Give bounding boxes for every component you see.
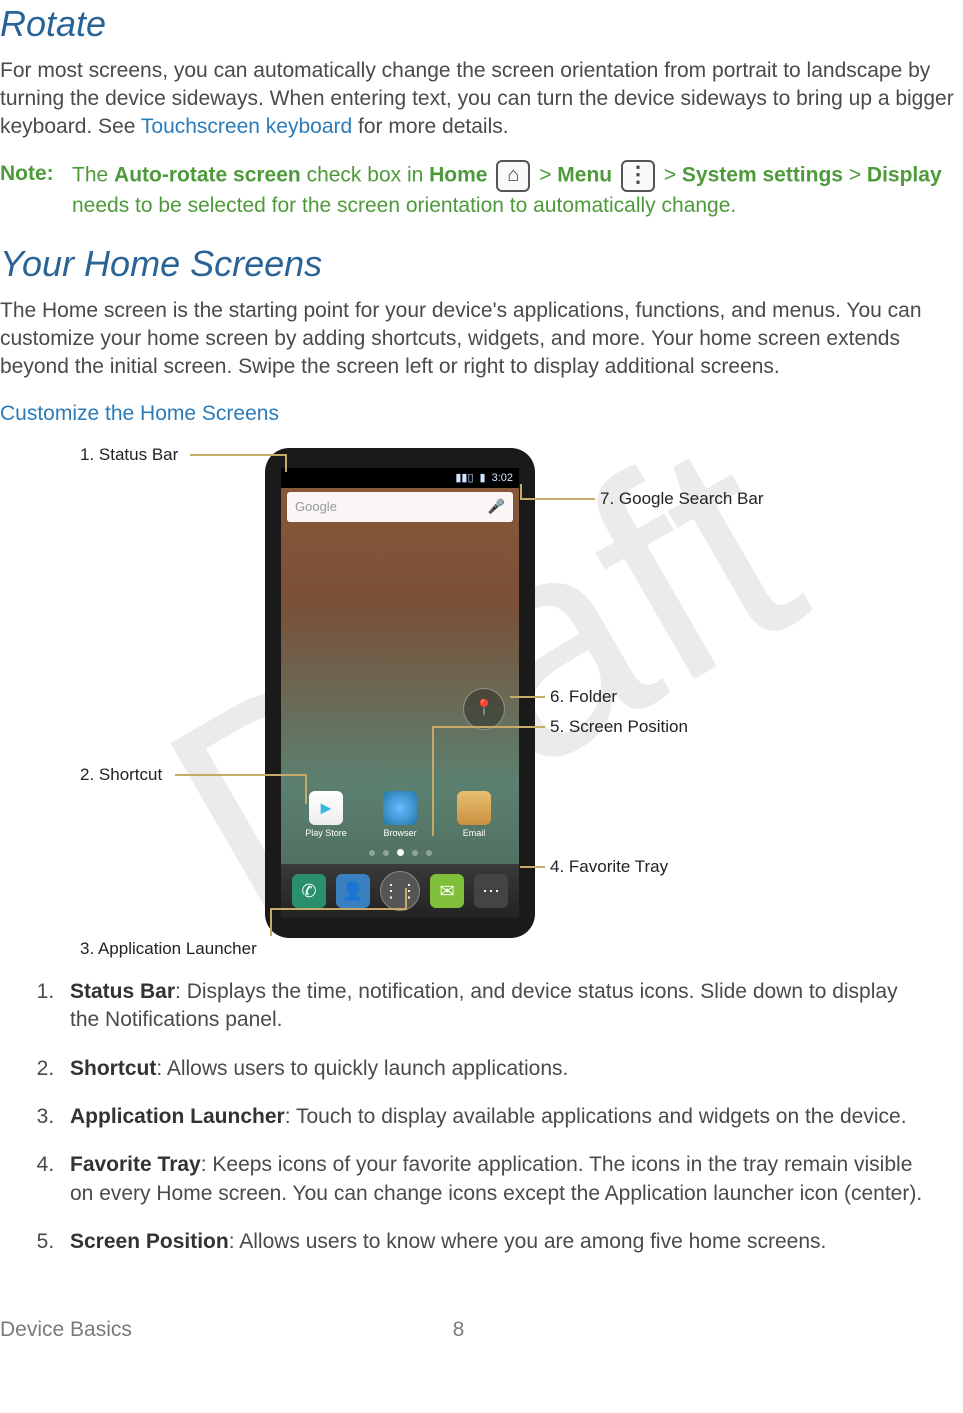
phone-search-bar: Google 🎤 — [287, 492, 513, 522]
list-item: Shortcut: Allows users to quickly launch… — [60, 1055, 963, 1083]
page-footer: Device Basics 8 — [0, 1316, 963, 1364]
signal-icon: ▮▮▯ — [455, 471, 473, 486]
shortcut-play-store: Play Store — [305, 791, 347, 839]
link-touchscreen-keyboard[interactable]: Touchscreen keyboard — [141, 115, 352, 138]
note-label: Note: — [0, 160, 72, 220]
footer-page-number: 8 — [453, 1316, 465, 1344]
rotate-paragraph: For most screens, you can automatically … — [0, 57, 963, 142]
callout-folder: 6. Folder — [550, 686, 617, 709]
callout-line — [175, 774, 305, 776]
phone-page-dots — [281, 846, 519, 860]
phone-status-bar: ▮▮▯ ▮ 3:02 — [281, 468, 519, 488]
link-customize-home[interactable]: Customize the Home Screens — [0, 400, 963, 428]
callout-descriptions: Status Bar: Displays the time, notificat… — [0, 978, 963, 1256]
callout-line — [190, 454, 285, 456]
battery-icon: ▮ — [480, 471, 486, 486]
page-dot — [383, 850, 389, 856]
page-dot — [369, 850, 375, 856]
callout-line — [270, 908, 405, 910]
menu-icon — [621, 160, 655, 192]
callout-screen-position: 5. Screen Position — [550, 716, 688, 739]
footer-chapter: Device Basics — [0, 1316, 453, 1344]
tray-apps-icon: ⋮⋮ — [380, 871, 420, 911]
callout-line — [510, 696, 545, 698]
callout-line — [432, 726, 545, 728]
callout-line — [405, 888, 407, 910]
heading-home-screens: Your Home Screens — [0, 240, 963, 289]
phone-shortcuts-row: Play Store Browser Email — [281, 786, 519, 844]
home-screen-figure: ▮▮▯ ▮ 3:02 Google 🎤 📍 Play Store Browser… — [40, 438, 820, 958]
callout-line — [305, 774, 307, 804]
phone-mockup: ▮▮▯ ▮ 3:02 Google 🎤 📍 Play Store Browser… — [265, 448, 535, 938]
callout-google-search: 7. Google Search Bar — [600, 488, 763, 511]
shortcut-browser: Browser — [379, 791, 421, 839]
callout-status-bar: 1. Status Bar — [80, 444, 178, 467]
phone-time: 3:02 — [492, 471, 513, 486]
rotate-text-post: for more details. — [352, 115, 508, 138]
list-item: Screen Position: Allows users to know wh… — [60, 1228, 963, 1256]
callout-app-launcher: 3. Application Launcher — [80, 938, 257, 961]
home-icon — [496, 160, 530, 192]
tray-people-icon: 👤 — [336, 874, 370, 908]
list-item: Status Bar: Displays the time, notificat… — [60, 978, 963, 1035]
callout-line — [520, 498, 595, 500]
home-screens-paragraph: The Home screen is the starting point fo… — [0, 297, 963, 382]
page-dot — [426, 850, 432, 856]
page-dot-active — [397, 849, 404, 856]
callout-line — [432, 726, 434, 836]
phone-folder-icon: 📍 — [463, 688, 505, 730]
mic-icon: 🎤 — [488, 497, 505, 516]
heading-rotate: Rotate — [0, 0, 963, 49]
phone-search-text: Google — [295, 498, 337, 516]
callout-shortcut: 2. Shortcut — [80, 764, 162, 787]
tray-sms-icon: ✉ — [430, 874, 464, 908]
callout-line — [520, 866, 545, 868]
note-block: Note: The Auto-rotate screen check box i… — [0, 160, 963, 220]
list-item: Favorite Tray: Keeps icons of your favor… — [60, 1151, 963, 1208]
callout-favorite-tray: 4. Favorite Tray — [550, 856, 668, 879]
callout-line — [285, 454, 287, 472]
list-item: Application Launcher: Touch to display a… — [60, 1103, 963, 1131]
tray-more-icon: ⋯ — [474, 874, 508, 908]
tray-phone-icon: ✆ — [292, 874, 326, 908]
note-body: The Auto-rotate screen check box in Home… — [72, 160, 963, 220]
callout-line — [270, 908, 272, 936]
page-dot — [412, 850, 418, 856]
shortcut-email: Email — [453, 791, 495, 839]
callout-line — [520, 484, 522, 500]
